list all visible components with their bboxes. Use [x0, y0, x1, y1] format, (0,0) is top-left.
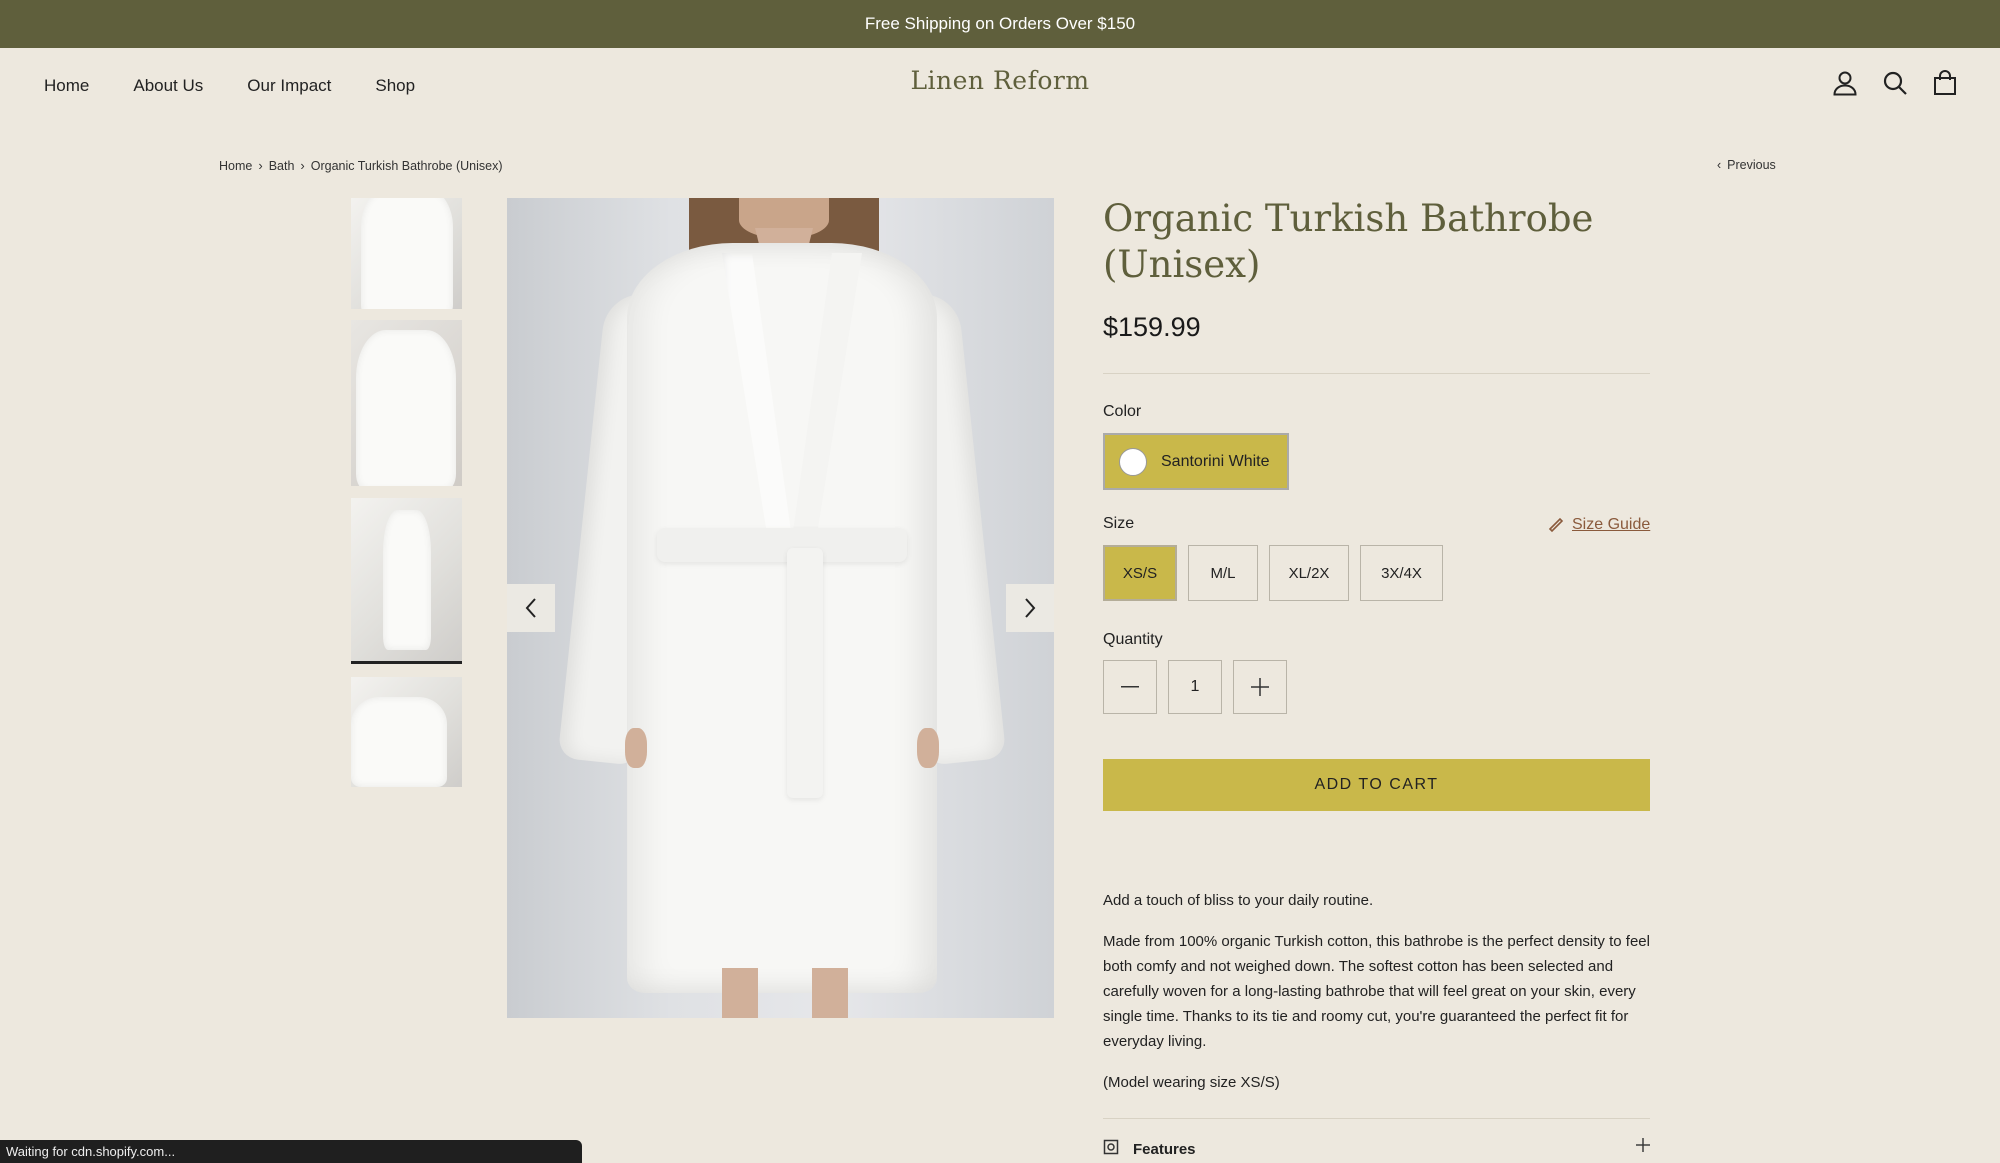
- browser-status-bar: Waiting for cdn.shopify.com...: [0, 1140, 582, 1163]
- chevron-right-icon: ›: [258, 158, 263, 173]
- size-option-xl-2x[interactable]: XL/2X: [1269, 545, 1349, 601]
- site-logo[interactable]: Linen Reform: [0, 66, 2000, 95]
- product-title: Organic Turkish Bathrobe (Unisex): [1103, 197, 1594, 286]
- add-to-cart-button[interactable]: ADD TO CART: [1103, 759, 1650, 811]
- size-option-3x-4x[interactable]: 3X/4X: [1360, 545, 1443, 601]
- divider: [1103, 373, 1650, 374]
- features-label: Features: [1133, 1140, 1196, 1158]
- status-text: Waiting for cdn.shopify.com...: [6, 1144, 176, 1159]
- gallery-prev-button[interactable]: [507, 584, 555, 632]
- cart-icon[interactable]: [1930, 68, 1960, 98]
- product-price: $159.99: [1103, 312, 1201, 342]
- color-label: Color: [1103, 403, 1142, 420]
- size-guide-label: Size Guide: [1572, 516, 1651, 533]
- search-icon[interactable]: [1880, 68, 1910, 98]
- previous-product-link[interactable]: ‹ Previous: [1717, 158, 1776, 172]
- plus-icon: [1251, 678, 1269, 696]
- ruler-icon: [1548, 517, 1564, 533]
- announcement-text: Free Shipping on Orders Over $150: [864, 14, 1136, 33]
- announcement-bar: Free Shipping on Orders Over $150: [0, 0, 2000, 48]
- quantity-decrease-button[interactable]: [1103, 660, 1157, 714]
- size-option-m-l[interactable]: M/L: [1188, 545, 1258, 601]
- plus-icon: [1636, 1138, 1650, 1156]
- description-body: Made from 100% organic Turkish cotton, t…: [1103, 933, 1650, 1050]
- size-label: Size: [1103, 515, 1135, 532]
- features-accordion[interactable]: Features: [1103, 1136, 1650, 1162]
- chevron-left-icon: [525, 598, 536, 618]
- quantity-input[interactable]: 1: [1168, 660, 1222, 714]
- breadcrumb-bath[interactable]: Bath: [269, 159, 295, 173]
- product-main-image: [507, 198, 1054, 1018]
- color-option-santorini-white[interactable]: Santorini White: [1103, 433, 1289, 490]
- site-header: Home About Us Our Impact Shop Linen Refo…: [0, 48, 2000, 122]
- features-icon: [1103, 1139, 1119, 1159]
- quantity-label: Quantity: [1103, 631, 1163, 648]
- thumbnail-2[interactable]: [351, 320, 462, 486]
- chevron-right-icon: [1025, 598, 1036, 618]
- previous-label: Previous: [1727, 158, 1776, 172]
- description-intro: Add a touch of bliss to your daily routi…: [1103, 892, 1374, 909]
- size-options: XS/S M/L XL/2X 3X/4X: [1103, 545, 1443, 601]
- breadcrumb-current: Organic Turkish Bathrobe (Unisex): [310, 158, 503, 173]
- color-dot: [1119, 447, 1147, 476]
- size-guide-link[interactable]: Size Guide: [1548, 516, 1650, 534]
- account-icon[interactable]: [1830, 68, 1860, 98]
- breadcrumb-home[interactable]: Home: [219, 159, 252, 173]
- description-model-note: (Model wearing size XS/S): [1103, 1074, 1280, 1091]
- header-icons: [1830, 68, 1960, 98]
- quantity-increase-button[interactable]: [1233, 660, 1287, 714]
- thumbnail-3[interactable]: [351, 498, 462, 664]
- thumbnail-4[interactable]: [351, 677, 462, 787]
- chevron-left-icon: ‹: [1717, 158, 1722, 172]
- minus-icon: [1121, 686, 1139, 688]
- thumbnail-1[interactable]: [351, 198, 462, 309]
- quantity-stepper: 1: [1103, 660, 1287, 714]
- chevron-right-icon: ›: [300, 158, 305, 173]
- size-option-xs-s[interactable]: XS/S: [1103, 545, 1177, 601]
- divider: [1103, 1118, 1650, 1119]
- breadcrumb: Home › Bath › Organic Turkish Bathrobe (…: [219, 158, 503, 173]
- color-option-label: Santorini White: [1161, 452, 1270, 470]
- gallery-next-button[interactable]: [1006, 584, 1054, 632]
